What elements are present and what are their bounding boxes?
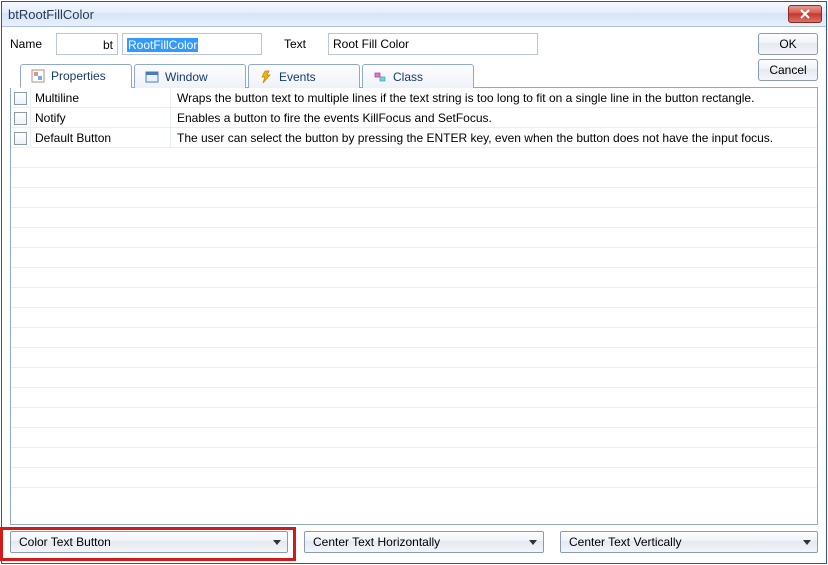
combo-vertical-align[interactable]: Center Text Vertically bbox=[560, 531, 818, 553]
titlebar: btRootFillColor bbox=[2, 2, 826, 27]
property-row: Notify Enables a button to fire the even… bbox=[11, 108, 817, 128]
cell-checkbox bbox=[11, 128, 31, 147]
empty-row bbox=[11, 388, 817, 408]
cell-checkbox bbox=[11, 88, 31, 107]
empty-row bbox=[11, 228, 817, 248]
checkbox-default-button[interactable] bbox=[14, 132, 27, 145]
empty-row bbox=[11, 148, 817, 168]
tab-window[interactable]: Window bbox=[134, 64, 246, 88]
empty-row bbox=[11, 328, 817, 348]
dialog-window: btRootFillColor Name bt RootFillColor Te… bbox=[1, 1, 827, 564]
combo-vertical-align-value: Center Text Vertically bbox=[569, 535, 682, 549]
combo-horizontal-align[interactable]: Center Text Horizontally bbox=[304, 531, 544, 553]
tab-class-label: Class bbox=[393, 70, 423, 84]
property-desc: Wraps the button text to multiple lines … bbox=[171, 88, 817, 107]
empty-row bbox=[11, 288, 817, 308]
name-prefix-text: bt bbox=[103, 38, 113, 52]
chevron-down-icon bbox=[273, 540, 281, 545]
property-row: Multiline Wraps the button text to multi… bbox=[11, 88, 817, 108]
name-field[interactable]: RootFillColor bbox=[122, 33, 262, 55]
property-name: Multiline bbox=[31, 88, 171, 107]
tab-properties-label: Properties bbox=[51, 69, 106, 83]
tab-properties[interactable]: Properties bbox=[20, 64, 132, 88]
text-field[interactable] bbox=[328, 33, 538, 55]
dialog-body: Name bt RootFillColor Text OK Cancel Pro… bbox=[2, 27, 826, 563]
empty-row bbox=[11, 408, 817, 428]
empty-row bbox=[11, 428, 817, 448]
name-value: RootFillColor bbox=[127, 38, 198, 52]
cancel-button[interactable]: Cancel bbox=[758, 59, 818, 81]
class-icon bbox=[373, 70, 387, 84]
close-button[interactable] bbox=[788, 5, 822, 23]
close-icon bbox=[800, 9, 810, 19]
checkbox-multiline[interactable] bbox=[14, 92, 27, 105]
bottom-toolbar: Color Text Button Center Text Horizontal… bbox=[10, 525, 818, 555]
empty-row bbox=[11, 208, 817, 228]
combo-button-type-value: Color Text Button bbox=[19, 535, 111, 549]
properties-grid: Multiline Wraps the button text to multi… bbox=[11, 88, 817, 524]
chevron-down-icon bbox=[529, 540, 537, 545]
text-label: Text bbox=[284, 37, 324, 51]
combo-button-type[interactable]: Color Text Button bbox=[10, 531, 288, 553]
checkbox-notify[interactable] bbox=[14, 112, 27, 125]
tabbar: Properties Window Events Class bbox=[20, 63, 818, 88]
header-row: Name bt RootFillColor Text bbox=[10, 33, 818, 55]
empty-row bbox=[11, 348, 817, 368]
tab-events-label: Events bbox=[279, 70, 316, 84]
property-desc: The user can select the button by pressi… bbox=[171, 128, 817, 147]
empty-row bbox=[11, 468, 817, 488]
empty-row bbox=[11, 168, 817, 188]
empty-row bbox=[11, 308, 817, 328]
window-icon bbox=[145, 70, 159, 84]
tab-content: Multiline Wraps the button text to multi… bbox=[10, 88, 818, 525]
property-name: Default Button bbox=[31, 128, 171, 147]
ok-button[interactable]: OK bbox=[758, 33, 818, 55]
property-row: Default Button The user can select the b… bbox=[11, 128, 817, 148]
name-label: Name bbox=[10, 37, 52, 51]
empty-row bbox=[11, 268, 817, 288]
tab-window-label: Window bbox=[165, 70, 208, 84]
properties-icon bbox=[31, 69, 45, 83]
tab-class[interactable]: Class bbox=[362, 64, 474, 88]
events-icon bbox=[259, 70, 273, 84]
empty-row bbox=[11, 188, 817, 208]
empty-row bbox=[11, 248, 817, 268]
chevron-down-icon bbox=[803, 540, 811, 545]
window-title: btRootFillColor bbox=[8, 7, 94, 22]
cell-checkbox bbox=[11, 108, 31, 127]
combo-horizontal-align-value: Center Text Horizontally bbox=[313, 535, 440, 549]
empty-row bbox=[11, 368, 817, 388]
name-prefix-field[interactable]: bt bbox=[56, 33, 118, 55]
property-name: Notify bbox=[31, 108, 171, 127]
dialog-buttons: OK Cancel bbox=[758, 33, 818, 81]
empty-row bbox=[11, 448, 817, 468]
tab-events[interactable]: Events bbox=[248, 64, 360, 88]
property-desc: Enables a button to fire the events Kill… bbox=[171, 108, 817, 127]
